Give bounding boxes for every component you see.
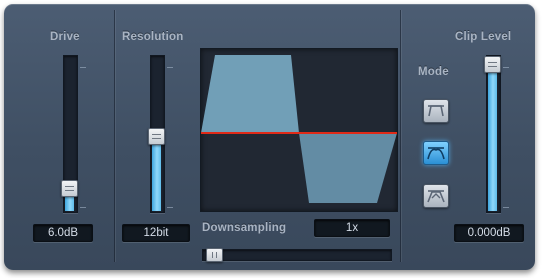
- clip-section: Clip Level Mode 0.000dB: [400, 10, 530, 262]
- resolution-slider-fill: [152, 136, 161, 211]
- drive-label: Drive: [50, 31, 80, 43]
- drive-value-field[interactable]: 6.0dB: [33, 224, 93, 242]
- drive-tick-top: [80, 67, 86, 68]
- drive-slider-thumb[interactable]: [61, 180, 78, 197]
- clip-level-slider-thumb[interactable]: [484, 56, 501, 73]
- downsampling-label: Downsampling: [202, 222, 287, 234]
- clip-level-value-field[interactable]: 0.000dB: [454, 224, 524, 242]
- waveform-positive-half: [201, 55, 299, 133]
- downsampling-value-field[interactable]: 1x: [314, 219, 390, 237]
- downsampling-slider-track[interactable]: [202, 249, 392, 261]
- mode-clip-wrap-icon: [427, 190, 445, 203]
- mode-button-3[interactable]: [423, 184, 449, 208]
- clip-level-label: Clip Level: [455, 31, 512, 43]
- mode-clip-flat-icon: [428, 105, 444, 117]
- mode-label: Mode: [418, 66, 449, 78]
- mode-button-1[interactable]: [423, 99, 449, 123]
- drive-tick-bottom: [80, 207, 86, 208]
- drive-section: Drive 6.0dB: [14, 10, 115, 262]
- resolution-tick-top: [167, 67, 173, 68]
- resolution-slider-thumb[interactable]: [148, 128, 165, 145]
- waveform-negative-half: [299, 133, 397, 203]
- clip-level-tick-bottom: [503, 207, 509, 208]
- waveform-display: [200, 48, 398, 212]
- clip-level-slider-fill: [488, 69, 497, 211]
- clip-level-tick-top: [503, 67, 509, 68]
- downsampling-slider-thumb[interactable]: [206, 248, 223, 262]
- bitcrusher-plugin-panel: Drive 6.0dB Resolution 12bit Downsamplin…: [4, 4, 535, 270]
- mode-button-2[interactable]: [423, 141, 449, 165]
- resolution-value-field[interactable]: 12bit: [122, 224, 190, 242]
- mode-clip-fold-icon: [427, 147, 445, 160]
- waveform-graph: [201, 55, 397, 203]
- resolution-tick-bottom: [167, 207, 173, 208]
- resolution-label: Resolution: [122, 31, 184, 43]
- clip-level-slider-track[interactable]: [486, 55, 501, 213]
